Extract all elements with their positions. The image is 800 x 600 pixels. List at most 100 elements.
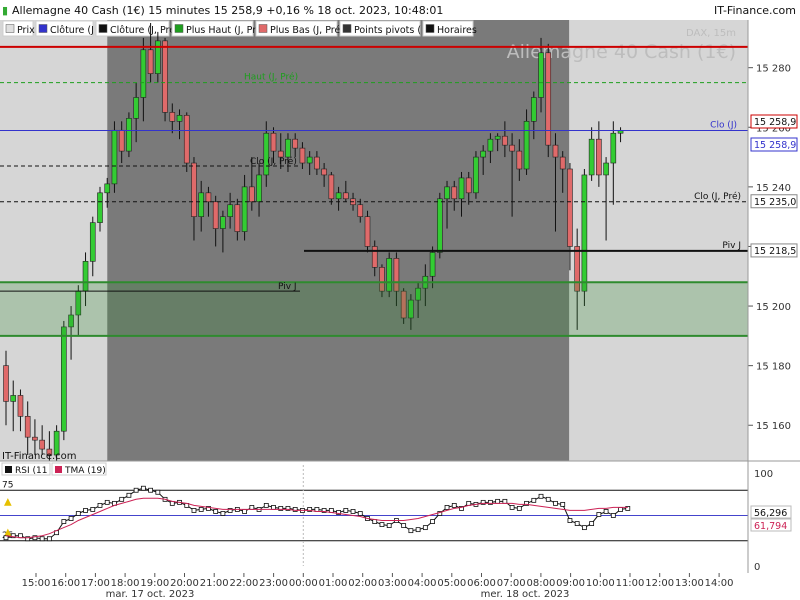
level-label: Clo (J, Pré): [694, 191, 741, 202]
candle-body: [523, 121, 530, 170]
rsi-point: [213, 509, 219, 514]
candle-body: [241, 186, 248, 232]
time-tick-label: 16:00: [51, 578, 80, 589]
candle-body: [328, 174, 335, 200]
legend-label: Horaires: [437, 25, 477, 36]
time-tick-label: 13:00: [675, 578, 704, 589]
candle-body: [249, 186, 255, 203]
candle-body: [183, 115, 190, 164]
candle-body: [516, 150, 523, 170]
candle-body: [465, 177, 472, 194]
price-tick-label: 15 180: [756, 362, 791, 373]
candle-body: [559, 156, 566, 170]
rsi-point: [451, 502, 457, 508]
legend-swatch: [38, 24, 48, 33]
footer-brand: IT-Finance.com: [2, 451, 77, 462]
rsi-point: [538, 493, 544, 499]
rsi-point: [430, 519, 435, 524]
rsi-point: [46, 536, 52, 542]
legend-bar: Prix Clôture (J Clôture (J, Pré Plus Haut (…: [2, 20, 477, 37]
candle-body: [111, 129, 118, 185]
rsi-point: [553, 500, 558, 506]
candle-body: [263, 132, 270, 176]
candle-body: [256, 174, 262, 203]
rsi-point: [444, 505, 450, 510]
rsi-point: [422, 525, 428, 531]
candle-body: [155, 40, 161, 74]
candle-body: [176, 115, 183, 122]
candle-body: [162, 40, 168, 113]
rsi-point: [386, 523, 392, 528]
time-tick-label: 19:00: [140, 578, 169, 589]
time-tick-label: 22:00: [229, 578, 258, 589]
candle-body: [220, 216, 226, 229]
candle-body: [552, 144, 559, 158]
rsi-point: [155, 489, 161, 495]
candle-body: [538, 52, 544, 98]
legend-swatch: [342, 24, 352, 33]
candle-body: [133, 97, 139, 119]
candle-body: [198, 192, 205, 217]
time-tick-label: 20:00: [170, 578, 199, 589]
rsi-point: [350, 509, 356, 514]
candle-body: [17, 395, 24, 417]
candle-body: [480, 150, 486, 158]
rsi-point: [545, 496, 551, 502]
chart-title: Allemagne 40 Cash (1€) 15 minutes 15 258…: [12, 4, 443, 17]
time-tick-label: 04:00: [408, 578, 437, 589]
rsi-level-label: 75: [2, 480, 13, 490]
rsi-point: [618, 507, 623, 512]
rsi-point: [90, 507, 96, 512]
price-label: 15 235,0: [754, 197, 796, 208]
legend-label: Clôture (J, Pré: [110, 25, 175, 36]
rsi-tick-label: 100: [754, 469, 773, 480]
candle-body: [343, 192, 349, 200]
candle-body: [545, 52, 552, 146]
rsi-point: [408, 528, 414, 534]
rsi-value-label: 61,794: [754, 521, 787, 532]
header-icon: ▮: [2, 4, 8, 17]
pivot-zone: [0, 282, 748, 336]
candle-body: [169, 112, 176, 122]
rsi-point: [104, 499, 110, 505]
candle-body: [596, 138, 602, 176]
rsi-point: [415, 527, 421, 533]
candle-body: [61, 326, 67, 432]
rsi-point: [263, 502, 269, 508]
time-tick-label: 15:00: [22, 578, 51, 589]
rsi-point: [357, 511, 363, 516]
level-label: Piv J: [722, 241, 741, 251]
legend-swatch: [5, 24, 15, 33]
rsi-point: [220, 511, 226, 516]
candle-body: [234, 204, 241, 232]
rsi-point: [516, 506, 522, 511]
candle-body: [588, 138, 595, 176]
candle-body: [530, 97, 537, 122]
rsi-point: [531, 497, 537, 503]
rsi-point: [75, 511, 81, 516]
time-tick-label: 11:00: [616, 578, 645, 589]
time-tick-label: 17:00: [81, 578, 110, 589]
tma-legend-swatch: [55, 466, 62, 473]
candle-body: [147, 49, 154, 74]
price-label: 15 258,9: [754, 117, 796, 128]
time-tick-label: 07:00: [497, 578, 526, 589]
legend-swatch: [98, 24, 108, 33]
legend-label: Plus Haut (J, Pr: [186, 25, 256, 36]
date-label: mar. 17 oct. 2023: [106, 589, 195, 600]
rsi-legend-label: RSI (11: [15, 466, 47, 476]
rsi-point: [582, 525, 587, 531]
candle-body: [285, 138, 291, 158]
rsi-point: [589, 521, 595, 526]
candle-body: [89, 222, 96, 262]
brand-label[interactable]: IT-Finance.com: [714, 4, 796, 17]
rsi-point: [140, 485, 146, 491]
rsi-point: [509, 505, 515, 510]
rsi-point: [502, 498, 508, 504]
candle-body: [502, 135, 508, 146]
rsi-point: [133, 487, 139, 493]
time-tick-label: 23:00: [259, 578, 288, 589]
level-label: Haut (J, Pré): [244, 72, 298, 83]
legend-label: Plus Bas (J, Pré: [270, 25, 340, 36]
candle-body: [314, 156, 320, 170]
